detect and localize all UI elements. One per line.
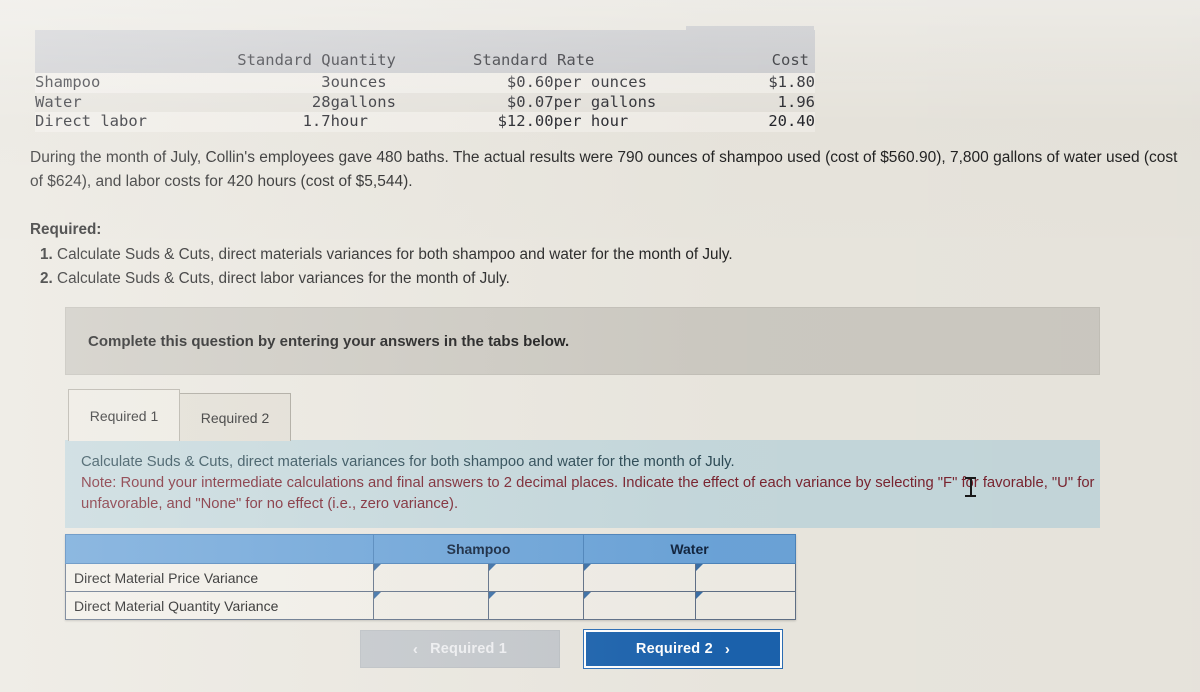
cell-marker-icon bbox=[489, 564, 496, 571]
tab-required-1[interactable]: Required 1 bbox=[68, 389, 180, 441]
standard-rate-header: Standard Rate bbox=[455, 30, 689, 73]
row-rate: $12.00 bbox=[497, 112, 554, 130]
chevron-right-icon: › bbox=[724, 640, 731, 658]
row-unit-cost: 20.40 bbox=[768, 112, 815, 130]
row-per: per gallons bbox=[553, 92, 657, 111]
cell-marker-icon bbox=[374, 564, 381, 571]
row-quantity: 28 bbox=[311, 92, 331, 111]
table-row: Direct Material Price Variance bbox=[65, 563, 797, 592]
row-per: per ounces bbox=[553, 73, 647, 91]
select-shampoo-quantity-effect[interactable] bbox=[488, 591, 584, 620]
required-item-1-text: Calculate Suds & Cuts, direct materials … bbox=[57, 245, 733, 263]
row-unit: gallons bbox=[330, 92, 396, 111]
row-rate: $0.60 bbox=[506, 73, 554, 91]
required-heading: Required: bbox=[30, 221, 102, 238]
chevron-left-icon: ‹ bbox=[412, 640, 419, 658]
row-label-price-variance: Direct Material Price Variance bbox=[65, 563, 374, 592]
text-cursor-icon bbox=[965, 477, 976, 497]
cell-marker-icon bbox=[489, 592, 496, 599]
standard-quantity-header: Standard Quantity bbox=[237, 30, 456, 73]
select-shampoo-price-effect[interactable] bbox=[488, 563, 584, 592]
table-row: Direct labor 1.7 hour $12.00 per hour 20… bbox=[35, 112, 815, 132]
tab-required-1-label: Required 1 bbox=[89, 407, 159, 424]
required-item-2-number: 2. bbox=[40, 270, 53, 287]
next-required-button[interactable]: Required 2 › bbox=[584, 630, 782, 668]
required-section: Required: 1. Calculate Suds & Cuts, dire… bbox=[30, 218, 980, 292]
table-row: Shampoo 3 ounces $0.60 per ounces $1.80 bbox=[35, 73, 815, 93]
previous-required-button[interactable]: ‹ Required 1 bbox=[360, 630, 560, 668]
cell-marker-icon bbox=[584, 592, 591, 599]
select-water-quantity-effect[interactable] bbox=[694, 591, 797, 620]
row-label: Shampoo bbox=[35, 73, 101, 91]
row-quantity: 3 bbox=[321, 73, 331, 91]
required-item-1-number: 1. bbox=[40, 245, 53, 263]
variance-answer-table: Shampoo Water Direct Material Price Vari… bbox=[65, 534, 797, 620]
standard-cost-header-blank bbox=[35, 30, 238, 73]
cell-marker-icon bbox=[696, 592, 703, 599]
table-row: Direct Material Quantity Variance bbox=[65, 591, 797, 620]
note-task-text: Calculate Suds & Cuts, direct materials … bbox=[81, 454, 735, 470]
row-per: per hour bbox=[553, 112, 629, 130]
answer-header-blank bbox=[65, 534, 374, 564]
note-rounding-text: Note: Round your intermediate calculatio… bbox=[81, 475, 1095, 512]
row-unit: ounces bbox=[330, 73, 387, 91]
answer-header-water: Water bbox=[582, 534, 797, 564]
note-panel: Calculate Suds & Cuts, direct materials … bbox=[65, 440, 1100, 528]
row-unit: hour bbox=[330, 112, 368, 130]
cell-marker-icon bbox=[584, 564, 591, 571]
required-item-2: 2. Calculate Suds & Cuts, direct labor v… bbox=[30, 267, 980, 292]
cell-marker-icon bbox=[374, 592, 381, 599]
required-item-1: 1. Calculate Suds & Cuts, direct materia… bbox=[30, 243, 980, 268]
row-rate: $0.07 bbox=[506, 92, 554, 111]
select-water-price-effect[interactable] bbox=[694, 563, 797, 592]
table-row: Water 28 gallons $0.07 per gallons 1.96 bbox=[35, 92, 815, 112]
row-label: Water bbox=[35, 92, 82, 111]
standard-cost-table: Standard Quantity Standard Rate Cost Sha… bbox=[35, 30, 815, 132]
tab-required-2-label: Required 2 bbox=[200, 409, 270, 426]
standard-unit-cost-header-line2: Cost bbox=[688, 30, 815, 73]
cell-marker-icon bbox=[696, 564, 703, 571]
answer-header-shampoo: Shampoo bbox=[373, 534, 584, 564]
row-label: Direct labor bbox=[35, 112, 147, 130]
required-item-2-text: Calculate Suds & Cuts, direct labor vari… bbox=[57, 270, 510, 287]
input-shampoo-price-variance[interactable] bbox=[373, 563, 489, 592]
next-required-label: Required 2 bbox=[635, 641, 713, 657]
row-unit-cost: 1.96 bbox=[777, 92, 815, 111]
row-label-quantity-variance: Direct Material Quantity Variance bbox=[65, 591, 374, 620]
problem-narrative: During the month of July, Collin's emplo… bbox=[30, 149, 1178, 190]
input-shampoo-quantity-variance[interactable] bbox=[373, 591, 489, 620]
tab-bar: Required 1 Required 2 bbox=[68, 389, 291, 441]
row-quantity: 1.7 bbox=[302, 112, 331, 130]
instruction-banner-text: Complete this question by entering your … bbox=[88, 332, 570, 350]
row-unit-cost: $1.80 bbox=[768, 73, 815, 91]
input-water-price-variance[interactable] bbox=[583, 563, 696, 592]
standard-cost-table-header-row: Standard Quantity Standard Rate Cost bbox=[35, 30, 815, 73]
answer-table-header-row: Shampoo Water bbox=[65, 534, 797, 564]
instruction-banner: Complete this question by entering your … bbox=[65, 307, 1100, 375]
input-water-quantity-variance[interactable] bbox=[583, 591, 696, 620]
tab-required-2[interactable]: Required 2 bbox=[179, 393, 291, 441]
previous-required-label: Required 1 bbox=[430, 641, 508, 657]
